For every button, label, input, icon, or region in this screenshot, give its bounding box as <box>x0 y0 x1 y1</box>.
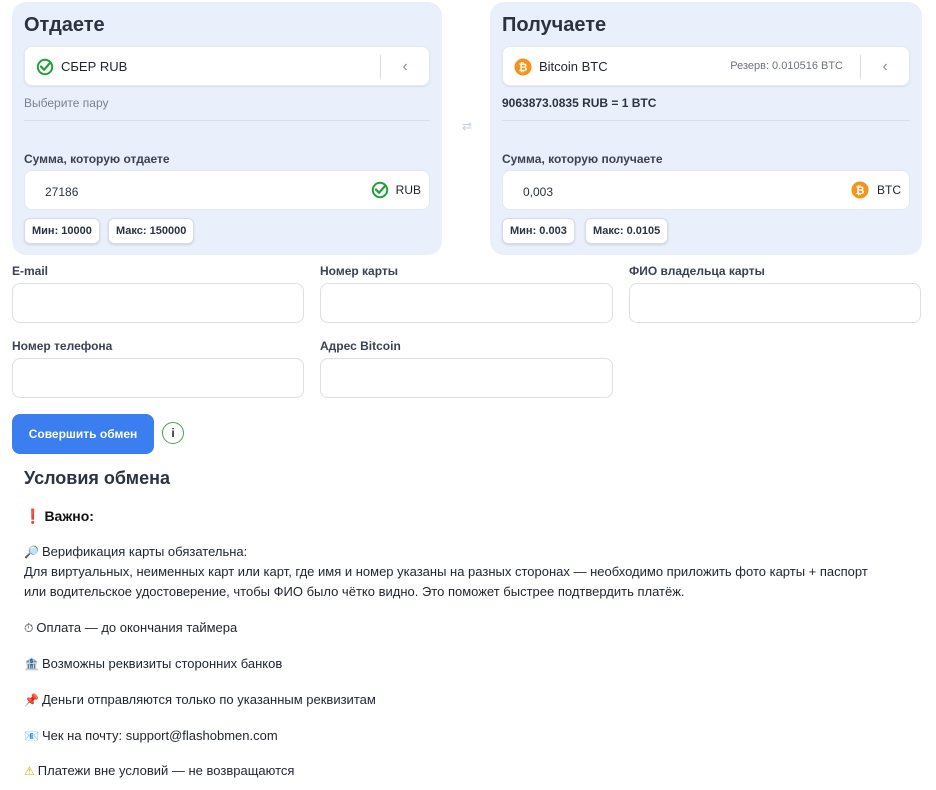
give-min-button[interactable]: Мин: 10000 <box>24 218 100 244</box>
give-panel: Отдаете СБЕР RUB ‹ Выберите пару Сумма, … <box>12 2 442 255</box>
bitcoin-icon: ₿ <box>514 58 532 76</box>
select-divider <box>860 55 861 79</box>
get-amount-input[interactable] <box>521 181 825 203</box>
get-currency-select[interactable]: ₿ Bitcoin BTC Резерв: 0.010516 BTC ‹ <box>502 46 910 86</box>
chevron-left-icon[interactable]: ‹ <box>391 53 419 81</box>
get-currency-name: Bitcoin BTC <box>539 59 608 74</box>
exclamation-icon: ❗ <box>24 509 42 525</box>
verification-title-text: Верификация карты обязательна: <box>41 544 248 559</box>
swap-icon[interactable]: ⇄ <box>459 118 475 134</box>
bank-icon: 🏦 <box>24 657 39 671</box>
svg-text:₿: ₿ <box>519 61 528 74</box>
important-text: Важно: <box>44 508 94 524</box>
card-holder-field[interactable] <box>629 283 921 323</box>
divider <box>502 120 910 121</box>
verification-line: или водительское удостоверение, чтобы ФИ… <box>24 584 685 599</box>
money-sent-item: 📌 Деньги отправляются только по указанным… <box>24 692 376 707</box>
money-sent-text: Деньги отправляются только по указанным … <box>41 692 376 707</box>
get-currency-code: BTC <box>877 183 901 197</box>
sber-logo-icon <box>371 181 389 199</box>
pushpin-icon: 📌 <box>24 693 39 707</box>
give-amount-field: RUB <box>24 170 430 210</box>
select-divider <box>380 55 381 79</box>
payment-timer-item: ⏱ Оплата — до окончания таймера <box>24 620 237 636</box>
phone-field[interactable] <box>12 358 304 398</box>
divider <box>24 120 430 121</box>
btc-address-label: Адрес Bitcoin <box>320 339 401 353</box>
receipt-text: Чек на почту: support@flashobmen.com <box>41 728 278 743</box>
terms-title: Условия обмена <box>24 468 170 488</box>
envelope-icon: 📧 <box>24 729 39 743</box>
third-party-banks-item: 🏦 Возможны реквизиты сторонних банков <box>24 656 282 671</box>
give-max-button[interactable]: Макс: 150000 <box>108 218 195 244</box>
verification-line: Для виртуальных, неименных карт или карт… <box>24 564 868 579</box>
card-number-field[interactable] <box>320 283 613 323</box>
no-refund-item: ⚠ Платежи вне условий — не возвращаются <box>24 763 294 778</box>
important-heading: ❗ Важно: <box>24 508 94 525</box>
email-field[interactable] <box>12 283 304 323</box>
give-currency-name: СБЕР RUB <box>61 59 128 74</box>
give-title: Отдаете <box>24 14 105 36</box>
give-currency-select[interactable]: СБЕР RUB ‹ <box>24 46 430 86</box>
email-label: E-mail <box>12 264 49 278</box>
receipt-item: 📧 Чек на почту: support@flashobmen.com <box>24 728 278 743</box>
get-max-button[interactable]: Макс: 0.0105 <box>585 218 669 244</box>
bitcoin-icon: ₿ <box>851 181 869 199</box>
info-icon[interactable]: i <box>162 422 184 444</box>
third-party-banks-text: Возможны реквизиты сторонних банков <box>41 656 283 671</box>
get-panel: Получаете ₿ Bitcoin BTC Резерв: 0.010516… <box>490 2 922 255</box>
verification-title: 🔎 Верификация карты обязательна: <box>24 544 247 559</box>
get-min-button[interactable]: Мин: 0.003 <box>502 218 575 244</box>
get-amount-field: ₿ BTC <box>502 170 910 210</box>
magnifier-icon: 🔎 <box>24 545 39 559</box>
reserve-amount: Резерв: 0.010516 BTC <box>730 60 843 72</box>
warning-icon: ⚠ <box>24 764 35 778</box>
get-amount-label: Сумма, которую получаете <box>502 152 663 166</box>
card-number-label: Номер карты <box>320 264 399 278</box>
svg-text:₿: ₿ <box>856 184 865 197</box>
sber-logo-icon <box>36 58 54 76</box>
stopwatch-icon: ⏱ <box>24 621 34 635</box>
chevron-left-icon[interactable]: ‹ <box>871 53 899 81</box>
give-amount-label: Сумма, которую отдаете <box>24 152 170 166</box>
btc-address-field[interactable] <box>320 358 613 398</box>
phone-label: Номер телефона <box>12 339 113 353</box>
no-refund-text: Платежи вне условий — не возвращаются <box>37 763 295 778</box>
exchange-rate: 9063873.0835 RUB = 1 BTC <box>502 96 657 110</box>
payment-timer-text: Оплата — до окончания таймера <box>36 620 238 635</box>
pair-hint: Выберите пару <box>24 96 109 110</box>
card-holder-label: ФИО владельца карты <box>629 264 765 278</box>
give-currency-code: RUB <box>395 183 421 197</box>
submit-exchange-button[interactable]: Совершить обмен <box>12 414 154 454</box>
give-amount-input[interactable] <box>43 181 347 203</box>
get-title: Получаете <box>502 14 607 36</box>
